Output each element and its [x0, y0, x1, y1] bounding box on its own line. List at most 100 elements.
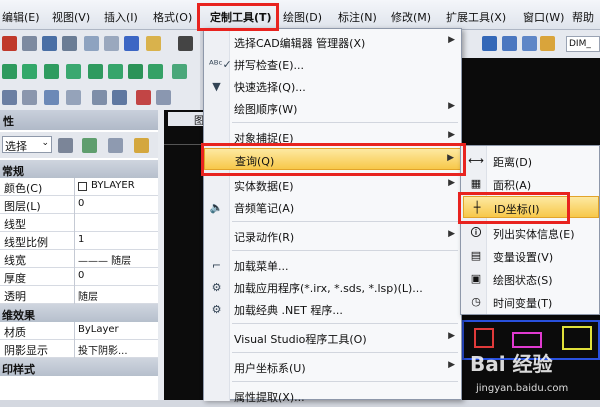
menu-dimension[interactable]: 标注(N) [338, 9, 377, 25]
menu-edit[interactable]: 编辑(E) [2, 9, 40, 25]
chevron-right-icon: ▶ [448, 331, 455, 341]
menu-item[interactable]: 绘图顺序(W) ▶ [204, 97, 461, 119]
selection-dropdown[interactable]: 选择 ⌄ [2, 136, 52, 153]
toolbar-icon[interactable] [22, 64, 37, 79]
submenu-item[interactable]: ⟷ 距离(D) [463, 150, 599, 172]
property-row[interactable]: 线宽 ——— 随层 [0, 250, 158, 268]
toggle-pickadd-icon[interactable] [58, 138, 73, 153]
menu-item-label: 音频笔记(A) [234, 202, 295, 215]
toolbar-icon[interactable] [482, 36, 497, 51]
toolbar-icon[interactable] [522, 36, 537, 51]
menu-item[interactable]: ⌐ 加载菜单... [204, 254, 461, 276]
dim-style-select[interactable]: DIM_ [566, 36, 600, 52]
toolbar-icon[interactable] [502, 36, 517, 51]
menu-item-label: 属性提取(X)... [234, 391, 305, 404]
toolbar-icon[interactable] [108, 64, 123, 79]
toolbar-icon[interactable] [44, 90, 59, 105]
toolbar-icon[interactable] [2, 36, 17, 51]
toolbar-icon[interactable] [84, 36, 99, 51]
menu-item[interactable]: 对象捕捉(E) ▶ [204, 126, 461, 148]
property-row[interactable]: 图层(L) 0 [0, 196, 158, 214]
menu-insert[interactable]: 插入(I) [104, 9, 138, 25]
submenu-item[interactable]: 🛈 列出实体信息(E) [463, 222, 599, 244]
property-value[interactable]: 0 [78, 270, 84, 281]
toolbar-icon[interactable] [172, 64, 187, 79]
property-row[interactable]: 材质 ByLayer [0, 322, 158, 340]
toolbar-icon[interactable] [148, 64, 163, 79]
menu-item-label: 对象捕捉(E) [234, 132, 294, 145]
properties-section-header[interactable]: 印样式 [0, 358, 158, 376]
property-value[interactable]: 投下阴影... [78, 342, 128, 357]
menu-item[interactable]: 🔈 音频笔记(A) [204, 196, 461, 218]
submenu-item[interactable]: ◷ 时间变量(T) [463, 291, 599, 313]
menu-item[interactable]: ⚙ 加载应用程序(*.irx, *.sds, *.lsp)(L)... [204, 276, 461, 298]
funnel-icon: ▼ [212, 80, 221, 93]
toolbar-icon[interactable] [540, 36, 555, 51]
property-row[interactable]: 阴影显示 投下阴影... [0, 340, 158, 358]
property-row[interactable]: 颜色(C) BYLAYER [0, 178, 158, 196]
property-value[interactable]: 随层 [78, 288, 98, 303]
property-row[interactable]: 透明 随层 [0, 286, 158, 304]
property-key: 透明 [4, 290, 26, 303]
toolbar-icon[interactable] [112, 90, 127, 105]
toolbar-icon[interactable] [66, 64, 81, 79]
funnel-icon[interactable] [134, 138, 149, 153]
toolbar-icon[interactable] [156, 90, 171, 105]
submenu-item[interactable]: ▣ 绘图状态(S) [463, 268, 599, 290]
property-value[interactable]: 0 [78, 198, 84, 209]
toolbar-icon[interactable] [44, 64, 59, 79]
menu-format[interactable]: 格式(O) [153, 9, 192, 25]
property-row[interactable]: 厚度 0 [0, 268, 158, 286]
menu-custom-tools[interactable]: 定制工具(T) [210, 9, 272, 25]
property-value[interactable]: ——— 随层 [78, 252, 131, 267]
menu-help[interactable]: 帮助 [572, 9, 594, 25]
menu-extend-tools[interactable]: 扩展工具(X) [446, 9, 506, 25]
toolbar-icon[interactable] [2, 90, 17, 105]
drawing-tab[interactable]: 图 [168, 112, 204, 127]
toolbar-icon[interactable] [62, 36, 77, 51]
toolbar-icon[interactable] [2, 64, 17, 79]
toolbar-icon[interactable] [88, 64, 103, 79]
toolbar-icon[interactable] [92, 90, 107, 105]
quick-select-icon[interactable] [108, 138, 123, 153]
scissors-icon[interactable] [178, 36, 193, 51]
submenu-item[interactable]: ▤ 变量设置(V) [463, 245, 599, 267]
toolbar-icon[interactable] [42, 36, 57, 51]
toolbar-icon[interactable] [22, 36, 37, 51]
property-value[interactable]: 1 [78, 234, 84, 245]
menu-item[interactable]: ᴬᴮᶜ✓ 拼写检查(E)... [204, 53, 461, 75]
menu-window[interactable]: 窗口(W) [523, 9, 564, 25]
property-value[interactable]: ByLayer [78, 324, 119, 335]
submenu-item-id-coordinate[interactable]: ┼ ID坐标(I) [463, 196, 599, 218]
submenu-item[interactable]: ▦ 面积(A) [463, 173, 599, 195]
toolbar-icon[interactable] [66, 90, 81, 105]
toolbar-icon[interactable] [124, 36, 139, 51]
custom-tools-menu: 选择CAD编辑器 管理器(X) ▶ ᴬᴮᶜ✓ 拼写检查(E)... ▼ 快速选择(Q)..… [203, 28, 462, 404]
toolbar-icon[interactable] [104, 36, 119, 51]
menu-item[interactable]: ⚙ 加载经典 .NET 程序... [204, 298, 461, 320]
menu-draw[interactable]: 绘图(D) [283, 9, 322, 25]
menu-item-query[interactable]: 查询(Q) ▶ [204, 148, 461, 170]
menu-modify[interactable]: 修改(M) [391, 9, 431, 25]
menu-item[interactable]: Visual Studio程序工具(O) ▶ [204, 327, 461, 349]
property-row[interactable]: 线型比例 1 [0, 232, 158, 250]
menu-item[interactable]: ▼ 快速选择(Q)... [204, 75, 461, 97]
menu-item[interactable]: 实体数据(E) ▶ [204, 174, 461, 196]
select-objects-icon[interactable] [82, 138, 97, 153]
property-value[interactable]: BYLAYER [78, 180, 135, 191]
menu-separator [232, 352, 458, 353]
toolbar-icon[interactable] [146, 36, 161, 51]
properties-section-header[interactable]: 维效果 [0, 304, 158, 322]
menu-item[interactable]: 用户坐标系(U) ▶ [204, 356, 461, 378]
toolbar-icon[interactable] [136, 90, 151, 105]
drawing-status-icon: ▣ [470, 272, 482, 285]
properties-section-header[interactable]: 常规 [0, 160, 158, 178]
menu-item[interactable]: 选择CAD编辑器 管理器(X) ▶ [204, 31, 461, 53]
menu-item[interactable]: 属性提取(X)... [204, 385, 461, 407]
menu-item[interactable]: 记录动作(R) ▶ [204, 225, 461, 247]
drawing-canvas[interactable]: 图 [164, 110, 207, 400]
toolbar-icon[interactable] [128, 64, 143, 79]
property-row[interactable]: 线型 [0, 214, 158, 232]
toolbar-icon[interactable] [22, 90, 37, 105]
menu-view[interactable]: 视图(V) [52, 9, 90, 25]
